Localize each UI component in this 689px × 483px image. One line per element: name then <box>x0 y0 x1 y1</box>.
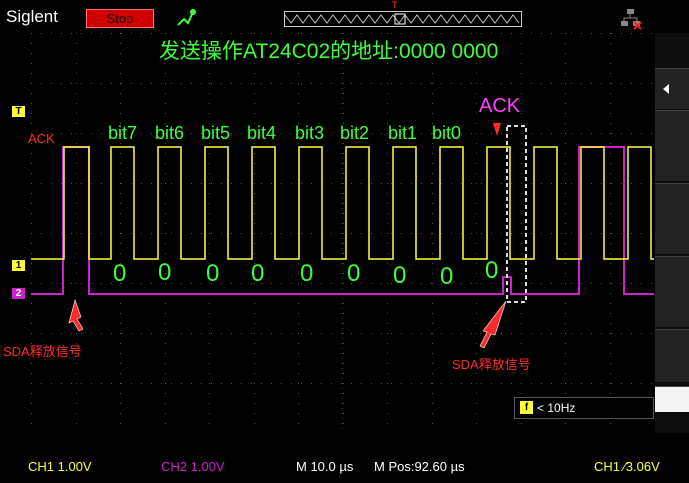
bit-label: bit6 <box>155 123 185 143</box>
memory-waveform-icon <box>284 13 520 25</box>
bit-label: bit3 <box>295 123 325 143</box>
channel-marker-strip: T 1 2 <box>0 33 31 433</box>
memory-position-bar[interactable] <box>284 11 522 27</box>
bit-value: 0 <box>251 260 265 287</box>
ch2-offset-marker[interactable]: 2 <box>12 288 25 299</box>
ack-arrow-icon <box>493 123 501 136</box>
bit-value: 0 <box>206 260 220 287</box>
bit-label: bit0 <box>432 123 462 143</box>
chevron-left-icon <box>663 84 669 94</box>
waveform-svg <box>31 33 689 434</box>
bit-value: 0 <box>300 260 314 287</box>
sda-release-label-right: SDA释放信号 <box>452 357 531 372</box>
softkey-5[interactable] <box>655 329 689 382</box>
top-bar: Siglent Stop T <box>0 0 689 33</box>
softkey-2[interactable] <box>655 110 689 181</box>
bit-label: bit4 <box>247 123 277 143</box>
bit-value: 0 <box>440 263 454 290</box>
trigger-readout[interactable]: CH1 ∕3.06V <box>594 459 660 474</box>
graticule-grid <box>31 33 655 434</box>
screen-title: 发送操作AT24C02的地址:0000 0000 <box>159 40 499 63</box>
ack-label-left: ACK <box>28 131 55 146</box>
filter-icon: f <box>520 401 533 414</box>
trigger-position-marker: T <box>392 0 398 10</box>
status-bar: CH1 1.00V CH2 1.00V M 10.0 µs M Pos:92.6… <box>0 448 689 483</box>
trigger-icon[interactable] <box>174 7 196 29</box>
filter-text: < 10Hz <box>537 401 576 415</box>
bit-label: bit5 <box>201 123 231 143</box>
memory-position-readout[interactable]: M Pos:92.60 µs <box>374 459 465 474</box>
sda-release-arrow-left-icon <box>68 298 84 332</box>
ch2-scale[interactable]: CH2 1.00V <box>161 459 225 474</box>
ch1-scale[interactable]: CH1 1.00V <box>28 459 92 474</box>
softkey-6[interactable] <box>655 386 689 412</box>
brand-label: Siglent <box>6 7 58 26</box>
bit-label: bit1 <box>388 123 418 143</box>
sda-release-arrow-right-icon <box>479 300 507 349</box>
bit-value: 0 <box>393 262 407 289</box>
timebase-readout[interactable]: M 10.0 µs <box>296 459 353 474</box>
bit-label: bit2 <box>340 123 370 143</box>
sda-release-label-left: SDA释放信号 <box>3 344 82 359</box>
bit-value: 0 <box>113 260 127 287</box>
bit-value: 0 <box>347 260 361 287</box>
softkey-3[interactable] <box>655 183 689 254</box>
bit-label: bit7 <box>108 123 138 143</box>
softkey-1[interactable] <box>655 68 689 109</box>
bit-value: 0 <box>485 257 499 284</box>
run-stop-button[interactable]: Stop <box>86 9 154 28</box>
ack-label-top: ACK <box>479 95 521 117</box>
waveform-display[interactable]: 发送操作AT24C02的地址:0000 0000 ACK ACK bit7 bit… <box>3 33 689 434</box>
frequency-filter-readout: f < 10Hz <box>514 397 654 419</box>
ch1-offset-marker[interactable]: 1 <box>12 260 25 271</box>
softkey-4[interactable] <box>655 256 689 327</box>
network-disconnected-icon[interactable] <box>619 8 643 30</box>
softkey-panel <box>655 33 689 433</box>
trigger-level-marker[interactable]: T <box>12 106 25 117</box>
bit-value: 0 <box>158 259 172 286</box>
